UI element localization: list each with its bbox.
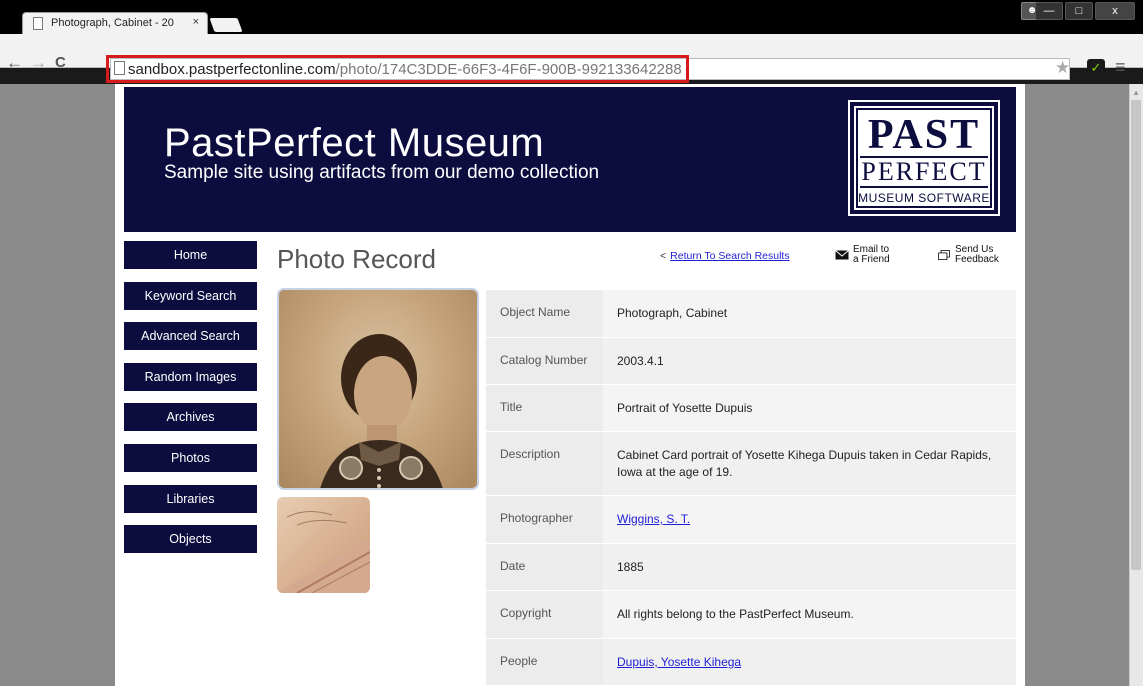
close-window-button[interactable]: x — [1095, 2, 1135, 20]
field-label: People — [486, 639, 603, 685]
email-line2: a Friend — [853, 254, 890, 265]
field-value: Portrait of Yosette Dupuis — [617, 401, 753, 415]
envelope-icon — [835, 250, 849, 260]
email-friend-button[interactable]: Email to a Friend — [835, 245, 890, 265]
nav-photos[interactable]: Photos — [124, 443, 257, 472]
scroll-thumb[interactable] — [1131, 100, 1141, 570]
table-row: Date 1885 — [486, 544, 1016, 591]
table-row: People Dupuis, Yosette Kihega — [486, 639, 1016, 686]
page-viewport: PastPerfect Museum Sample site using art… — [0, 84, 1143, 686]
table-row: Title Portrait of Yosette Dupuis — [486, 385, 1016, 432]
site-title: PastPerfect Museum — [164, 121, 545, 165]
nav-objects[interactable]: Objects — [124, 525, 257, 554]
new-tab-button[interactable] — [209, 18, 243, 32]
site-subtitle: Sample site using artifacts from our dem… — [164, 162, 600, 183]
back-icon[interactable]: ← — [6, 53, 23, 73]
menu-icon[interactable]: ≡ — [1115, 57, 1126, 78]
portrait-image — [320, 334, 443, 488]
pastperfect-logo: PAST PERFECT MUSEUM SOFTWARE — [850, 102, 998, 214]
bookmark-star-icon[interactable]: ★ — [1055, 58, 1070, 78]
main-photo[interactable] — [277, 288, 479, 490]
table-row: Catalog Number 2003.4.1 — [486, 338, 1016, 385]
browser-tab[interactable]: Photograph, Cabinet - 20 × — [22, 12, 208, 34]
url-highlight-box — [106, 55, 689, 83]
photographer-link[interactable]: Wiggins, S. T. — [603, 496, 1016, 543]
maximize-button[interactable]: □ — [1065, 2, 1093, 20]
vertical-scrollbar[interactable]: ▲ — [1129, 84, 1143, 686]
field-label: Title — [486, 385, 603, 431]
tab-close-icon[interactable]: × — [193, 16, 199, 28]
chevron-left-icon: < — [660, 250, 667, 262]
field-label: Description — [486, 432, 603, 495]
thumbnail-photo[interactable] — [277, 497, 370, 593]
nav-home[interactable]: Home — [124, 241, 257, 269]
field-value: 1885 — [617, 560, 644, 574]
page-title: Photo Record — [277, 244, 436, 274]
people-link[interactable]: Dupuis, Yosette Kihega — [603, 639, 1016, 685]
card-back-image — [277, 511, 370, 593]
window-titlebar: Photograph, Cabinet - 20 × ☻ — □ x — [0, 0, 1143, 34]
logo-perfect: PERFECT — [860, 156, 988, 188]
send-feedback-button[interactable]: Send Us Feedback — [937, 245, 999, 265]
field-label: Photographer — [486, 496, 603, 543]
nav-advanced-search[interactable]: Advanced Search — [124, 322, 257, 351]
nav-keyword-search[interactable]: Keyword Search — [124, 281, 257, 310]
record-fields-table: Object Name Photograph, Cabinet Catalog … — [486, 290, 1016, 686]
field-label: Catalog Number — [486, 338, 603, 384]
field-value: 2003.4.1 — [617, 354, 664, 368]
reload-icon[interactable]: C — [55, 54, 66, 71]
logo-past: PAST — [867, 112, 981, 158]
nav-archives[interactable]: Archives — [124, 403, 257, 432]
return-to-search-link[interactable]: < Return To Search Results — [660, 250, 790, 262]
feedback-icon — [938, 250, 950, 260]
scroll-up-icon[interactable]: ▲ — [1132, 88, 1140, 97]
table-row: Object Name Photograph, Cabinet — [486, 290, 1016, 338]
tab-title: Photograph, Cabinet - 20 — [51, 17, 174, 29]
field-value: Photograph, Cabinet — [617, 306, 728, 320]
extension-icon[interactable]: ✓ — [1087, 59, 1105, 77]
side-nav: Home Keyword Search Advanced Search Rand… — [124, 241, 257, 566]
field-value: All rights belong to the PastPerfect Mus… — [617, 607, 854, 621]
field-label: Date — [486, 544, 603, 590]
table-row: Description Cabinet Card portrait of Yos… — [486, 432, 1016, 496]
feedback-line2: Feedback — [955, 254, 999, 265]
table-row: Copyright All rights belong to the PastP… — [486, 591, 1016, 639]
nav-libraries[interactable]: Libraries — [124, 484, 257, 513]
minimize-button[interactable]: — — [1035, 2, 1063, 20]
site-banner: PastPerfect Museum Sample site using art… — [124, 87, 1016, 232]
nav-random-images[interactable]: Random Images — [124, 362, 257, 391]
table-row: Photographer Wiggins, S. T. — [486, 496, 1016, 544]
field-label: Copyright — [486, 591, 603, 638]
field-value: Cabinet Card portrait of Yosette Kihega … — [617, 448, 992, 479]
page-icon — [33, 17, 43, 30]
logo-museum-software: MUSEUM SOFTWARE — [858, 191, 990, 205]
field-label: Object Name — [486, 290, 603, 337]
return-link-label: Return To Search Results — [670, 250, 790, 262]
forward-icon[interactable]: → — [30, 53, 47, 73]
page-content: PastPerfect Museum Sample site using art… — [115, 84, 1025, 686]
